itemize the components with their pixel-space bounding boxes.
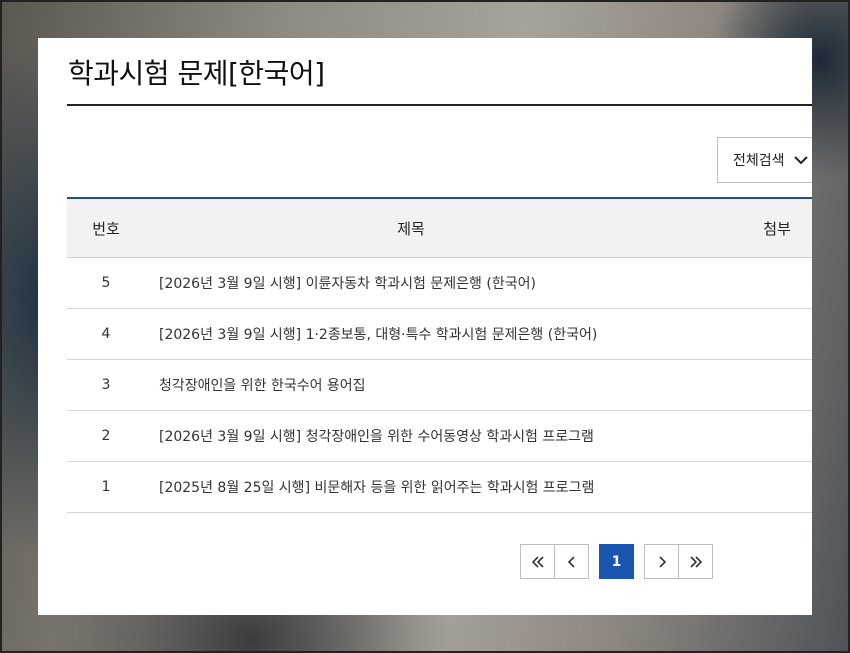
- next-page-button[interactable]: [644, 544, 679, 579]
- chevron-right-icon: [658, 555, 666, 568]
- table-row: 5 [2026년 3월 9일 시행] 이륜자동차 학과시험 문제은행 (한국어): [67, 258, 812, 309]
- header-attachment: 첨부: [763, 219, 791, 238]
- post-table: 번호 제목 첨부 5 [2026년 3월 9일 시행] 이륜자동차 학과시험 문…: [67, 197, 812, 513]
- page-number-button[interactable]: 1: [599, 544, 634, 579]
- search-scope-label: 전체검색: [733, 153, 785, 169]
- first-page-button[interactable]: [520, 544, 555, 579]
- post-title-link[interactable]: 청각장애인을 위한 한국수어 용어집: [145, 375, 742, 395]
- post-title-link[interactable]: [2026년 3월 9일 시행] 1·2종보통, 대형·특수 학과시험 문제은행…: [145, 324, 742, 344]
- post-title-link[interactable]: [2026년 3월 9일 시행] 청각장애인을 위한 수어동영상 학과시험 프로…: [145, 426, 742, 446]
- row-number: 2: [101, 428, 111, 444]
- table-header: 번호 제목 첨부: [67, 199, 812, 258]
- header-title: 제목: [397, 219, 425, 238]
- post-title-link[interactable]: [2025년 8월 25일 시행] 비문해자 등을 위한 읽어주는 학과시험 프…: [145, 477, 742, 497]
- pagination: 1: [520, 544, 713, 579]
- row-number: 4: [101, 326, 111, 342]
- page-title: 학과시험 문제[한국어]: [68, 57, 325, 90]
- chevron-down-icon: [793, 156, 808, 165]
- previous-page-button[interactable]: [554, 544, 589, 579]
- chevron-left-icon: [567, 555, 575, 568]
- row-number: 1: [101, 479, 111, 495]
- title-divider: [67, 104, 812, 106]
- post-title-link[interactable]: [2026년 3월 9일 시행] 이륜자동차 학과시험 문제은행 (한국어): [145, 273, 742, 293]
- row-number: 3: [101, 377, 111, 393]
- double-chevron-left-icon: [531, 555, 544, 568]
- table-row: 4 [2026년 3월 9일 시행] 1·2종보통, 대형·특수 학과시험 문제…: [67, 309, 812, 360]
- row-number: 5: [101, 275, 111, 291]
- header-number: 번호: [92, 219, 120, 238]
- table-row: 1 [2025년 8월 25일 시행] 비문해자 등을 위한 읽어주는 학과시험…: [67, 462, 812, 513]
- last-page-button[interactable]: [678, 544, 713, 579]
- table-row: 2 [2026년 3월 9일 시행] 청각장애인을 위한 수어동영상 학과시험 …: [67, 411, 812, 462]
- table-row: 3 청각장애인을 위한 한국수어 용어집: [67, 360, 812, 411]
- double-chevron-right-icon: [689, 555, 702, 568]
- search-scope-select[interactable]: 전체검색: [717, 137, 812, 183]
- content-panel: 학과시험 문제[한국어] 전체검색 번호 제목 첨부 5 [2026년 3월 9…: [38, 38, 812, 615]
